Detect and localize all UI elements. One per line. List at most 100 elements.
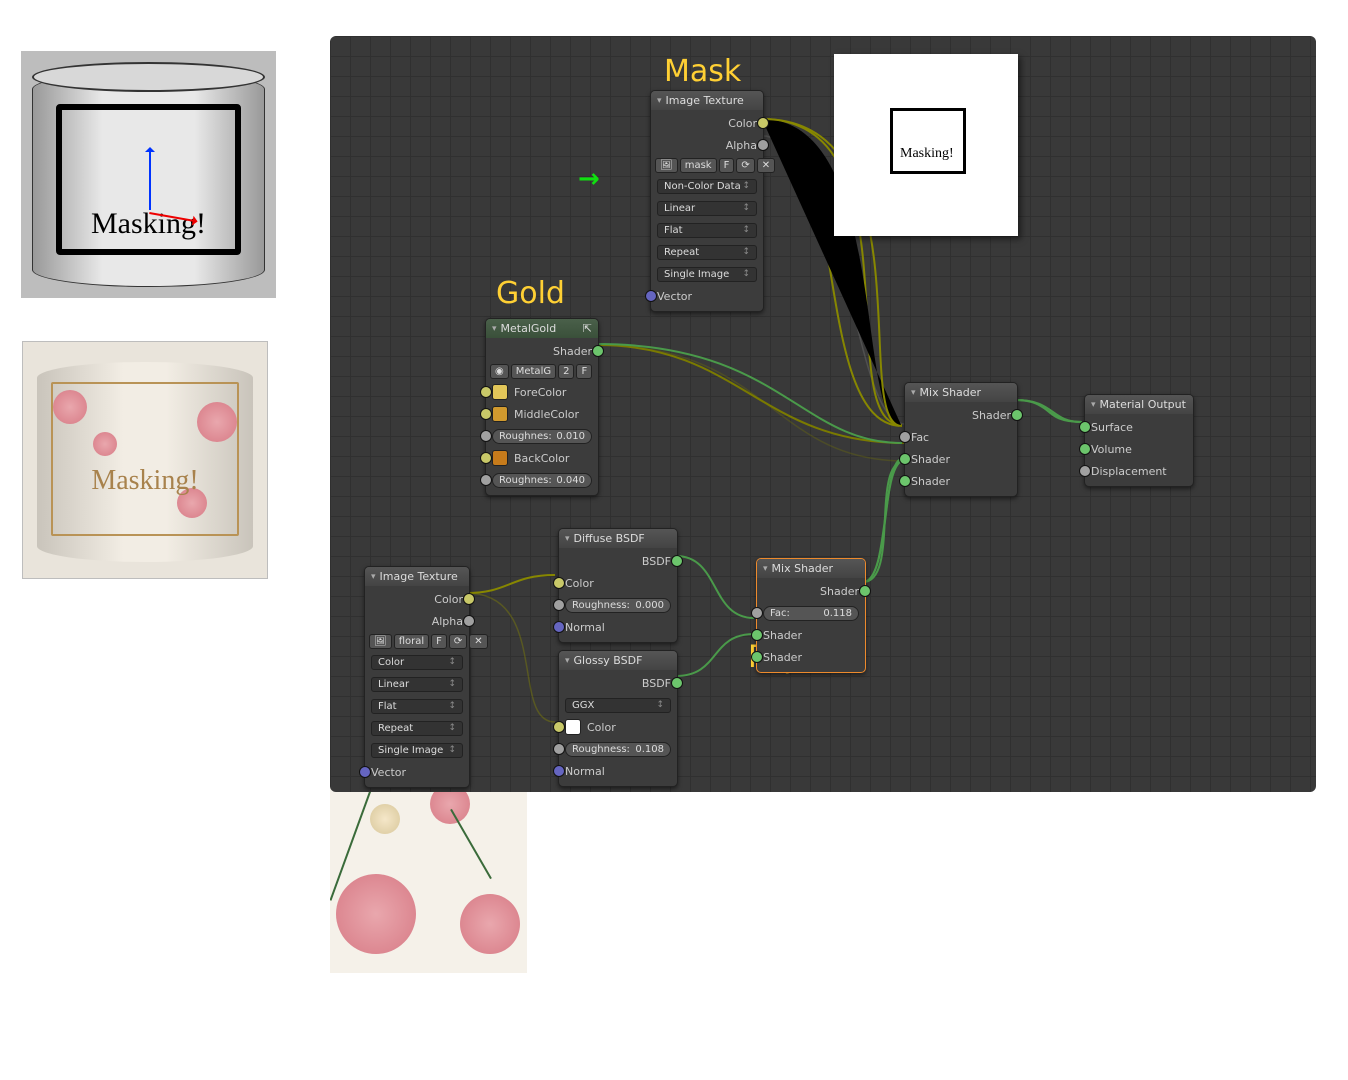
input-socket-normal[interactable]: [553, 765, 565, 777]
image-remove[interactable]: ✕: [469, 634, 487, 649]
node-title: Image Texture: [380, 570, 458, 583]
group-edit-icon[interactable]: ⇱: [583, 322, 592, 335]
node-mask-image-texture[interactable]: ▾Image Texture Color Alpha 🖼 mask F ⟳ ✕ …: [650, 90, 764, 312]
node-title: Glossy BSDF: [574, 654, 643, 667]
image-fake-user[interactable]: F: [431, 634, 447, 649]
input-socket-color[interactable]: [553, 577, 565, 589]
source-dropdown[interactable]: Single Image: [657, 267, 757, 282]
socket-label: BackColor: [514, 452, 569, 465]
interpolation-dropdown[interactable]: Linear: [657, 201, 757, 216]
input-socket-shader-2[interactable]: [899, 475, 911, 487]
output-socket-shader[interactable]: [592, 345, 604, 357]
gizmo-z-axis: [149, 150, 151, 210]
color-swatch[interactable]: [492, 406, 508, 422]
input-socket[interactable]: [480, 430, 492, 442]
image-name[interactable]: mask: [680, 158, 717, 173]
socket-label: Surface: [1091, 421, 1133, 434]
socket-label: Shader: [972, 409, 1011, 422]
floral-texture-preview: [330, 774, 527, 973]
roughness-field[interactable]: Roughness:0.108: [565, 742, 671, 757]
input-socket[interactable]: [480, 386, 492, 398]
output-socket-bsdf[interactable]: [671, 677, 683, 689]
node-title: Image Texture: [666, 94, 744, 107]
socket-label: Vector: [657, 290, 692, 303]
image-unlink[interactable]: ⟳: [736, 158, 754, 173]
input-socket[interactable]: [480, 452, 492, 464]
roughness-1-field[interactable]: Roughnes:0.010: [492, 429, 592, 444]
interpolation-dropdown[interactable]: Linear: [371, 677, 463, 692]
node-editor[interactable]: Mask Gold Paper → Masking! ▾Image Textur…: [330, 36, 1316, 792]
image-fake-user[interactable]: F: [719, 158, 735, 173]
input-socket-vector[interactable]: [359, 766, 371, 778]
socket-label: Normal: [565, 765, 605, 778]
socket-label: Shader: [911, 475, 950, 488]
color-space-dropdown[interactable]: Non-Color Data: [657, 179, 757, 194]
color-swatch[interactable]: [492, 384, 508, 400]
render-mask-text: Masking!: [23, 465, 267, 497]
image-name[interactable]: floral: [394, 634, 429, 649]
group-fake-user[interactable]: F: [576, 364, 592, 379]
output-socket-color[interactable]: [757, 117, 769, 129]
projection-dropdown[interactable]: Flat: [371, 699, 463, 714]
annotation-gold: Gold: [496, 276, 565, 311]
node-diffuse-bsdf[interactable]: ▾Diffuse BSDF BSDF Color Roughness:0.000…: [558, 528, 678, 643]
image-unlink[interactable]: ⟳: [449, 634, 467, 649]
input-socket-displacement[interactable]: [1079, 465, 1091, 477]
socket-label: Shader: [763, 651, 802, 664]
output-socket-bsdf[interactable]: [671, 555, 683, 567]
output-socket-alpha[interactable]: [463, 615, 475, 627]
node-mix-shader-paper[interactable]: ▾Mix Shader Shader Fac:0.118 Shader Shad…: [756, 558, 866, 673]
input-socket-vector[interactable]: [645, 290, 657, 302]
roughness-field[interactable]: Roughness:0.000: [565, 598, 671, 613]
input-socket[interactable]: [480, 474, 492, 486]
node-glossy-bsdf[interactable]: ▾Glossy BSDF BSDF GGX Color Roughness:0.…: [558, 650, 678, 787]
image-datablock-icon[interactable]: 🖼: [655, 158, 678, 173]
color-swatch[interactable]: [492, 450, 508, 466]
image-datablock-icon[interactable]: 🖼: [369, 634, 392, 649]
render-preview-image: Masking!: [22, 341, 268, 579]
input-socket-roughness[interactable]: [553, 743, 565, 755]
node-mix-shader-final[interactable]: ▾Mix Shader Shader Fac Shader Shader: [904, 382, 1018, 497]
input-socket-shader-1[interactable]: [899, 453, 911, 465]
output-socket-shader[interactable]: [859, 585, 871, 597]
input-socket-fac[interactable]: [751, 607, 763, 619]
input-socket-normal[interactable]: [553, 621, 565, 633]
group-name[interactable]: MetalG: [511, 364, 556, 379]
source-dropdown[interactable]: Single Image: [371, 743, 463, 758]
output-socket-shader[interactable]: [1011, 409, 1023, 421]
input-socket-shader-2[interactable]: [751, 651, 763, 663]
projection-dropdown[interactable]: Flat: [657, 223, 757, 238]
socket-label: Alpha: [432, 615, 463, 628]
output-socket-color[interactable]: [463, 593, 475, 605]
input-socket-roughness[interactable]: [553, 599, 565, 611]
roughness-2-field[interactable]: Roughnes:0.040: [492, 473, 592, 488]
image-remove[interactable]: ✕: [757, 158, 775, 173]
fac-field[interactable]: Fac:0.118: [763, 606, 859, 621]
group-users[interactable]: 2: [558, 364, 574, 379]
distribution-dropdown[interactable]: GGX: [565, 698, 671, 713]
color-swatch[interactable]: [565, 719, 581, 735]
input-socket-surface[interactable]: [1079, 421, 1091, 433]
input-socket-color[interactable]: [553, 721, 565, 733]
node-floral-image-texture[interactable]: ▾Image Texture Color Alpha 🖼 floral F ⟳ …: [364, 566, 470, 788]
input-socket-fac[interactable]: [899, 431, 911, 443]
node-metal-gold-group[interactable]: ▾MetalGold⇱ Shader ◉ MetalG 2 F ForeColo…: [485, 318, 599, 496]
node-title: Material Output: [1100, 398, 1186, 411]
group-datablock-icon[interactable]: ◉: [490, 364, 509, 379]
socket-label: Shader: [763, 629, 802, 642]
node-title: Mix Shader: [920, 386, 982, 399]
socket-label: Color: [728, 117, 757, 130]
node-title: Mix Shader: [772, 562, 834, 575]
extension-dropdown[interactable]: Repeat: [657, 245, 757, 260]
input-socket-shader-1[interactable]: [751, 629, 763, 641]
extension-dropdown[interactable]: Repeat: [371, 721, 463, 736]
color-space-dropdown[interactable]: Color: [371, 655, 463, 670]
input-socket-volume[interactable]: [1079, 443, 1091, 455]
node-title: Diffuse BSDF: [574, 532, 645, 545]
input-socket[interactable]: [480, 408, 492, 420]
socket-label: Alpha: [726, 139, 757, 152]
socket-label: Color: [565, 577, 594, 590]
node-material-output[interactable]: ▾Material Output Surface Volume Displace…: [1084, 394, 1194, 487]
output-socket-alpha[interactable]: [757, 139, 769, 151]
socket-label: ForeColor: [514, 386, 566, 399]
